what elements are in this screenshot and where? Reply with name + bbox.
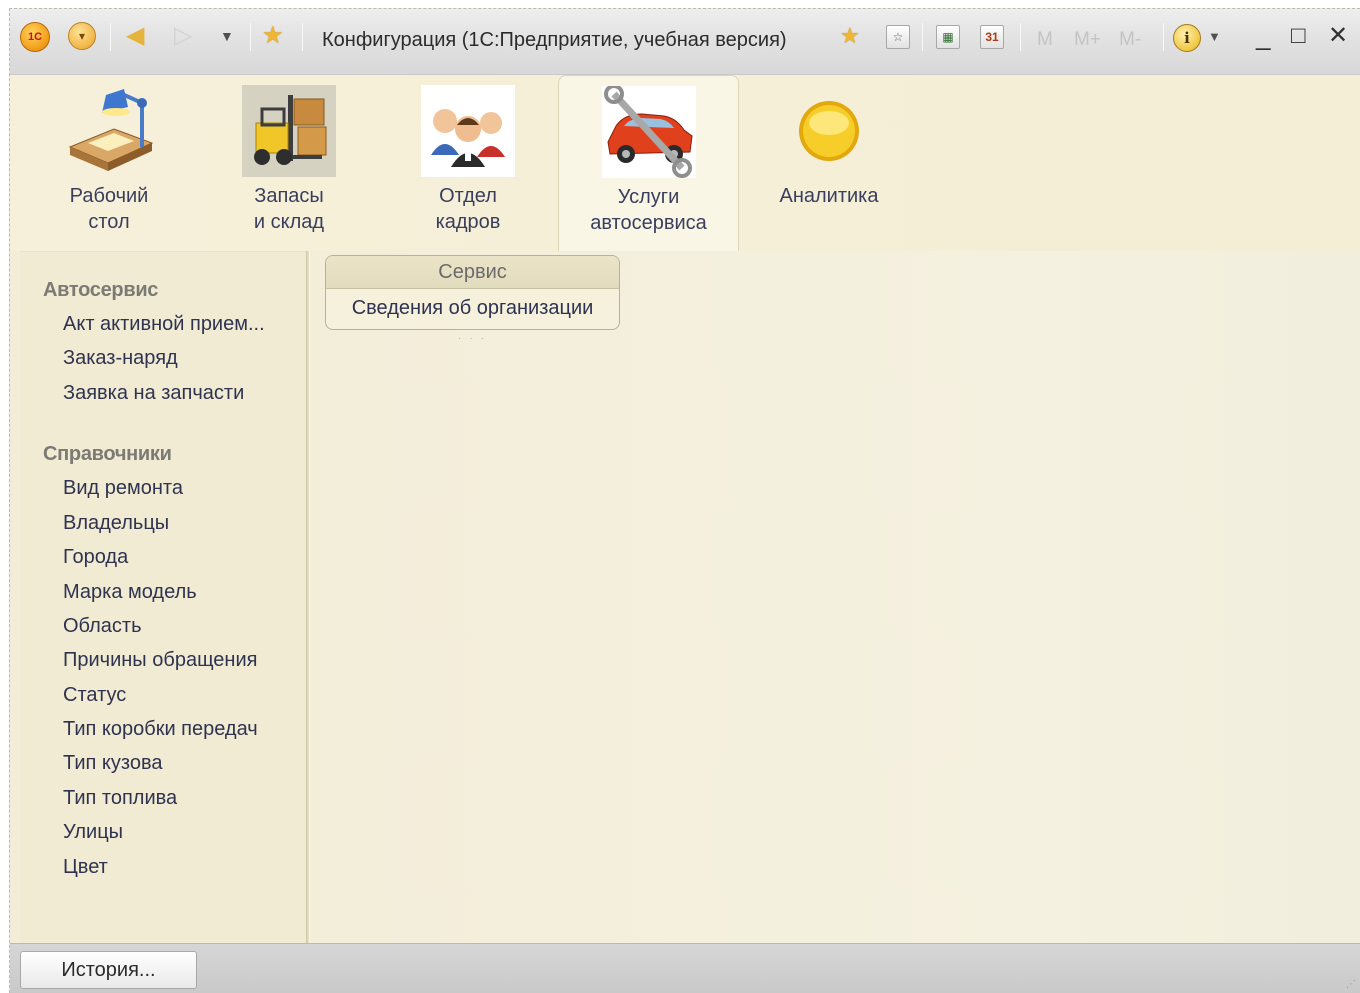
toolbar-separator [110, 23, 111, 51]
toolbar-separator [1020, 23, 1021, 51]
nav-item-owners[interactable]: Владельцы [63, 512, 169, 535]
nav-item-status[interactable]: Статус [63, 684, 126, 707]
actions-group: Сервис Сведения об организации [325, 255, 620, 330]
car-wrench-icon [601, 84, 696, 178]
memory-button-m[interactable]: M [1037, 29, 1053, 51]
nav-item-work-order[interactable]: Заказ-наряд [63, 347, 178, 370]
section-hr-label: Отдел кадров [435, 185, 501, 233]
nav-item-vehicle-acceptance-act[interactable]: Акт активной прием... [63, 313, 265, 336]
yellow-circle-icon [782, 85, 876, 177]
sections-panel: Рабочий стол Запасы и склад Отдел кадров… [10, 75, 1360, 251]
section-desktop-label: Рабочий стол [69, 185, 149, 233]
work-area: Сервис Сведения об организации ··· [310, 251, 1360, 943]
back-arrow-icon[interactable]: ◀ [126, 22, 154, 50]
memory-button-m-plus[interactable]: M+ [1074, 29, 1101, 51]
nav-item-streets[interactable]: Улицы [63, 821, 123, 844]
nav-item-request-reasons[interactable]: Причины обращения [63, 649, 257, 672]
nav-item-gearbox-type[interactable]: Тип коробки передач [63, 718, 258, 741]
close-button[interactable]: ✕ [1328, 19, 1348, 53]
history-dropdown-icon[interactable]: ▼ [220, 22, 248, 50]
nav-item-parts-request[interactable]: Заявка на запчасти [63, 382, 244, 405]
section-desktop[interactable]: Рабочий стол [24, 85, 194, 245]
desk-lamp-icon [62, 85, 156, 177]
memory-button-m-minus[interactable]: M- [1119, 29, 1141, 51]
nav-item-cities[interactable]: Города [63, 546, 128, 569]
window-title: Конфигурация (1С:Предприятие, учебная ве… [322, 29, 787, 51]
minimize-button[interactable]: _ [1256, 19, 1270, 53]
section-inventory-label: Запасы и склад [253, 185, 325, 233]
section-autoservice[interactable]: Услуги автосервиса [558, 75, 739, 251]
app-window: 1С ▾ ◀ ▷ ▼ ★ Конфигурация (1С:Предприяти… [9, 8, 1360, 993]
status-bar: История... ⋰ [10, 943, 1360, 993]
nav-item-body-type[interactable]: Тип кузова [63, 752, 162, 775]
info-icon[interactable]: i [1173, 24, 1201, 52]
calculator-icon[interactable]: ▦ [936, 25, 960, 49]
section-autoservice-label: Услуги автосервиса [590, 186, 707, 234]
bookmark-icon[interactable]: ☆ [886, 25, 910, 49]
people-icon [421, 85, 515, 177]
add-favorite-icon[interactable]: ★ [840, 22, 868, 50]
nav-group-title: Автосервис [43, 279, 159, 301]
section-analytics[interactable]: Аналитика [744, 85, 914, 245]
action-organization-info[interactable]: Сведения об организации [326, 289, 619, 327]
actions-group-title: Сервис [326, 256, 619, 289]
title-bar: 1С ▾ ◀ ▷ ▼ ★ Конфигурация (1С:Предприяти… [10, 9, 1360, 75]
toolbar-separator [922, 23, 923, 51]
navigation-panel: Автосервис Акт активной прием... Заказ-н… [20, 251, 306, 943]
nav-item-region[interactable]: Область [63, 615, 142, 638]
nav-group-title: Справочники [43, 443, 172, 465]
section-inventory[interactable]: Запасы и склад [204, 85, 374, 245]
forklift-icon [242, 85, 336, 177]
info-dropdown-icon[interactable]: ▼ [1208, 29, 1236, 57]
nav-item-color[interactable]: Цвет [63, 856, 108, 879]
section-hr[interactable]: Отдел кадров [383, 85, 553, 245]
window-resize-grip-icon[interactable]: ⋰ [1346, 979, 1356, 990]
toolbar-separator [302, 23, 303, 51]
history-button[interactable]: История... [20, 951, 197, 989]
main-menu-icon[interactable]: ▾ [68, 22, 96, 50]
toolbar-separator [1163, 23, 1164, 51]
favorites-star-icon[interactable]: ★ [262, 22, 290, 50]
nav-item-repair-type[interactable]: Вид ремонта [63, 477, 183, 500]
app-logo-icon[interactable]: 1С [20, 22, 50, 52]
calendar-icon[interactable]: 31 [980, 25, 1004, 49]
nav-item-fuel-type[interactable]: Тип топлива [63, 787, 177, 810]
forward-arrow-icon[interactable]: ▷ [174, 22, 202, 50]
toolbar-separator [250, 23, 251, 51]
section-analytics-label: Аналитика [779, 185, 879, 207]
maximize-button[interactable]: □ [1291, 19, 1306, 53]
actions-resize-grip-icon[interactable]: ··· [458, 333, 492, 344]
nav-item-make-model[interactable]: Марка модель [63, 581, 197, 604]
